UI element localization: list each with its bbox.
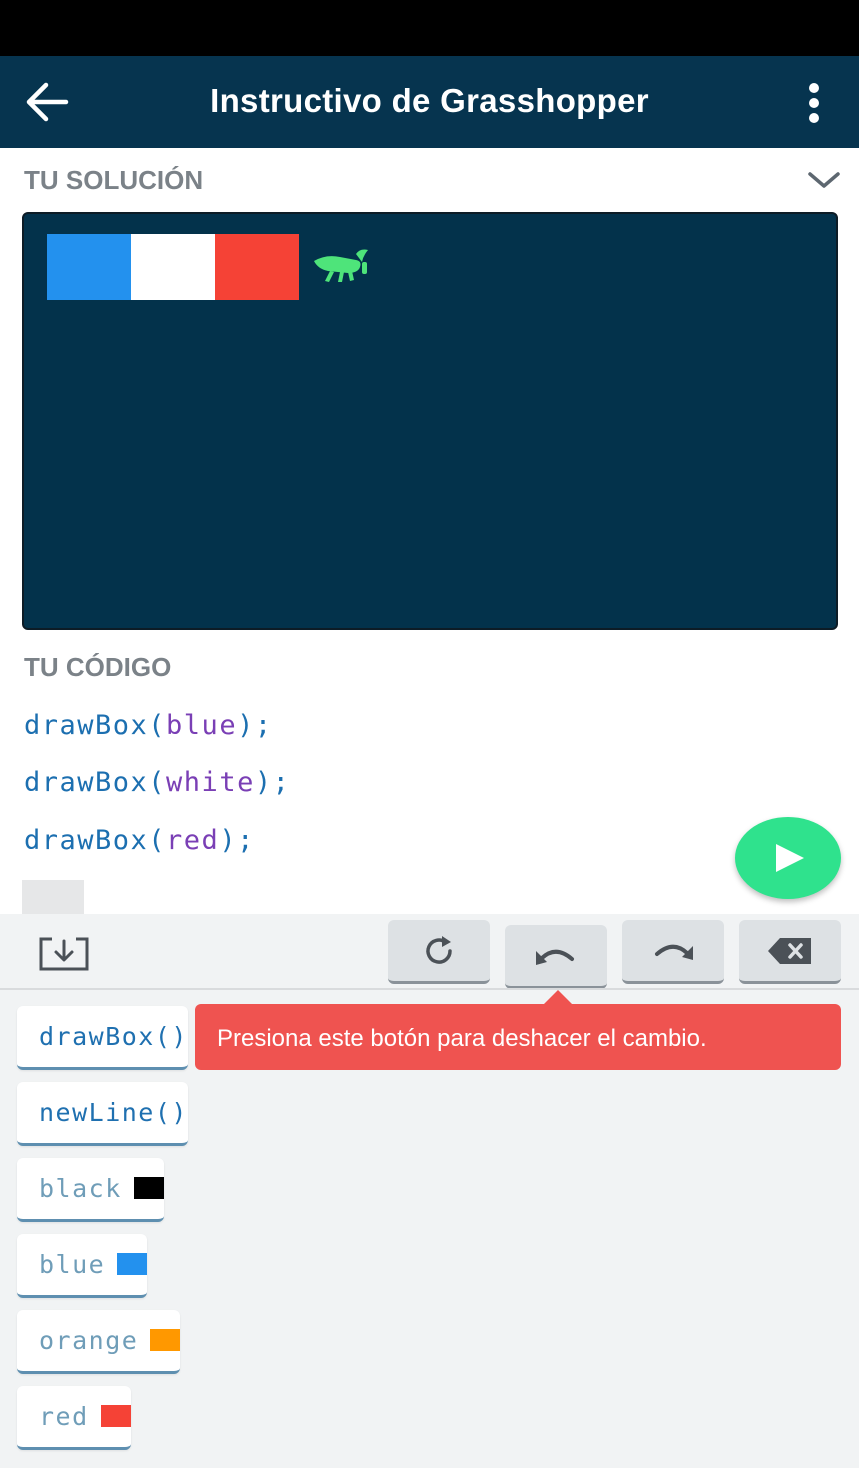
app-title: Instructivo de Grasshopper (210, 82, 649, 119)
drawn-box-blue (47, 234, 131, 300)
undo-button[interactable] (505, 925, 607, 989)
chip-label: blue (39, 1250, 106, 1279)
backspace-button[interactable] (739, 920, 841, 984)
solution-canvas (22, 212, 838, 630)
code-heading: TU CÓDIGO (24, 652, 172, 682)
collapse-button[interactable] (806, 168, 842, 192)
chip-red[interactable]: red (17, 1386, 131, 1450)
code-argument: white (166, 767, 255, 798)
more-options-button[interactable] (796, 80, 832, 126)
undo-icon (536, 949, 574, 965)
drawn-box-white (131, 234, 215, 300)
code-function: drawBox( (24, 710, 167, 741)
tooltip-arrow (543, 990, 573, 1005)
chip-label: black (39, 1174, 122, 1203)
play-icon (776, 844, 804, 872)
run-button[interactable] (735, 817, 841, 899)
code-end: ); (254, 767, 291, 798)
status-bar (0, 0, 859, 56)
color-swatch (117, 1253, 148, 1275)
empty-code-line[interactable] (22, 880, 84, 914)
code-line[interactable]: drawBox(blue); (24, 710, 273, 741)
more-vertical-icon (809, 83, 819, 123)
code-line[interactable]: drawBox(red); (24, 825, 255, 856)
toolbar-divider (0, 988, 859, 990)
undo-tooltip: Presiona este botón para deshacer el cam… (195, 1004, 841, 1070)
chip-newline[interactable]: newLine() (17, 1082, 188, 1146)
color-swatch (100, 1405, 131, 1427)
redo-button[interactable] (622, 920, 724, 984)
chip-label: newLine() (39, 1098, 188, 1127)
solution-heading: TU SOLUCIÓN (24, 165, 204, 195)
download-button[interactable] (36, 935, 92, 975)
color-swatch (133, 1177, 164, 1199)
code-line[interactable]: drawBox(white); (24, 767, 290, 798)
backspace-icon (768, 937, 811, 964)
app-bar: Instructivo de Grasshopper (0, 56, 859, 148)
chip-label: red (39, 1402, 89, 1431)
refresh-icon (426, 935, 452, 964)
color-swatch (150, 1329, 181, 1351)
chip-blue[interactable]: blue (17, 1234, 148, 1298)
code-argument: red (166, 825, 220, 856)
code-end: ); (219, 825, 255, 856)
redo-icon (655, 944, 693, 960)
chevron-down-icon (808, 172, 840, 188)
code-argument: blue (166, 710, 238, 741)
code-function: drawBox( (24, 825, 167, 856)
refresh-button[interactable] (388, 920, 490, 984)
grasshopper-icon (314, 249, 368, 282)
code-function: drawBox( (24, 767, 167, 798)
chip-label: drawBox() (39, 1022, 188, 1051)
chip-black[interactable]: black (17, 1158, 164, 1222)
download-icon (39, 937, 89, 971)
drawn-box-red (215, 234, 299, 300)
chip-drawbox[interactable]: drawBox() (17, 1006, 188, 1070)
chip-orange[interactable]: orange (17, 1310, 181, 1374)
chip-label: orange (39, 1326, 139, 1355)
code-end: ); (237, 710, 273, 741)
